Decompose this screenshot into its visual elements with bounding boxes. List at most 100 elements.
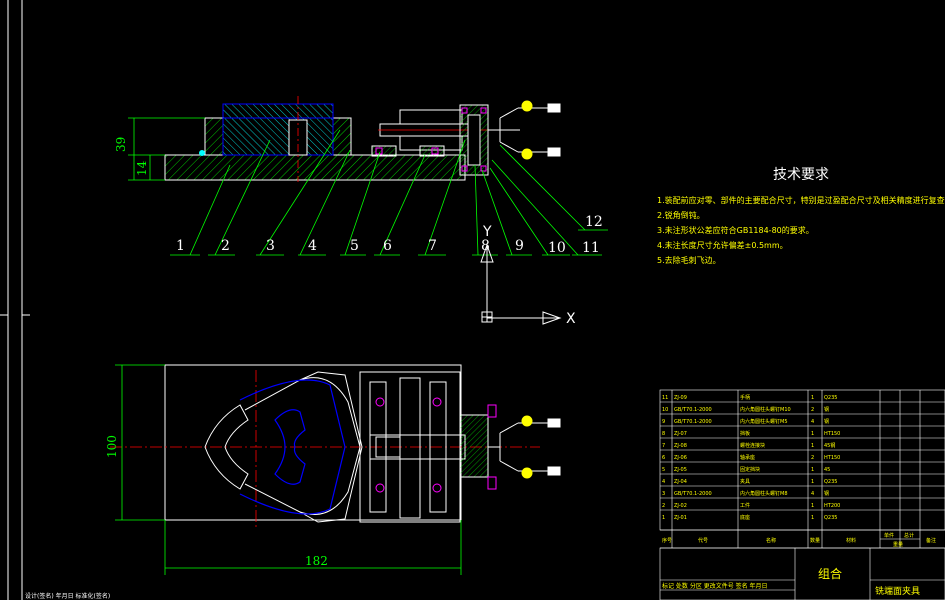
bom-cell: HT150 — [824, 455, 840, 461]
bom-cell: 底座 — [740, 514, 750, 521]
bom-cell: 夹具 — [740, 478, 750, 485]
bom-cell: 工件 — [740, 502, 750, 509]
balloon-3: 3 — [266, 238, 275, 254]
tech-req-item-4: 4.未注长度尺寸允许偏差±0.5mm。 — [657, 240, 788, 250]
bom-cell: ZJ-07 — [674, 431, 687, 437]
bom-header-material: 材料 — [846, 537, 856, 544]
balloon-11: 11 — [582, 240, 600, 256]
cad-drawing-canvas: 39 14 1 2 3 4 5 6 7 8 9 10 11 12 Y X 技术要… — [0, 0, 945, 600]
bom-cell: 1 — [811, 503, 814, 509]
balloon-1: 1 — [176, 238, 185, 254]
bom-cell: 1 — [811, 431, 814, 437]
bom-cell: HT200 — [824, 503, 840, 509]
balloon-9: 9 — [515, 238, 524, 254]
balloon-7: 7 — [428, 238, 437, 254]
technical-requirements: 技术要求 1.装配前应对零、部件的主要配合尺寸，特别是过盈配合尺寸及相关精度进行… — [657, 167, 945, 265]
bom-cell: 3 — [662, 491, 665, 497]
bom-cell: 内六角圆柱头螺钉M8 — [740, 490, 788, 497]
drawing-frame — [0, 0, 30, 600]
bom-cell: ZJ-01 — [674, 515, 687, 521]
bom-header-qty: 数量 — [810, 537, 820, 544]
bom-cell: 钢 — [824, 418, 829, 425]
bom-header-code: 代号 — [698, 537, 708, 544]
bom-cell: 1 — [811, 515, 814, 521]
bom-header-remark: 备注 — [926, 537, 936, 544]
bom-header-total: 总计 — [904, 532, 914, 539]
tech-req-item-5: 5.去除毛刺飞边。 — [657, 255, 721, 265]
bom-cell: 固定挡块 — [740, 466, 760, 473]
tech-req-item-2: 2.锐角倒钝。 — [657, 210, 705, 220]
title-block-footer: 铣端面夹具 — [875, 585, 920, 597]
left-block-section — [204, 117, 224, 156]
tech-req-title: 技术要求 — [773, 167, 829, 183]
bom-cell: 1 — [811, 467, 814, 473]
bom-cell: 1 — [811, 443, 814, 449]
dim-base-thickness: 14 — [135, 160, 149, 176]
axis-y-label: Y — [482, 224, 492, 240]
bom-cell: 4 — [811, 491, 814, 497]
workpiece-section — [222, 103, 334, 156]
axis-x-label: X — [566, 311, 576, 327]
bom-cell: 8 — [662, 431, 665, 437]
bom-header-no: 序号 — [662, 537, 672, 544]
bom-cell: 4 — [811, 419, 814, 425]
bom-cell: 钢 — [824, 490, 829, 497]
bom-cell: ZJ-04 — [674, 479, 687, 485]
dim-overall-height: 39 — [114, 137, 128, 152]
bom-cell: 2 — [662, 503, 665, 509]
bom-cell: 9 — [662, 419, 665, 425]
bom-header: 序号 代号 名称 数量 材料 单件 总计 重量 备注 — [662, 532, 936, 548]
bom-cell: 45钢 — [824, 442, 835, 449]
front-section-view: 39 14 1 2 3 4 5 6 7 8 9 10 11 12 — [114, 96, 608, 256]
bom-cell: Q235 — [824, 515, 837, 521]
bom-cell: 1 — [811, 479, 814, 485]
bom-cell: GB/T70.1-2000 — [674, 419, 712, 425]
balloon-4: 4 — [308, 238, 317, 254]
revision-header: 标记 处数 分区 更改文件号 签名 年月日 — [662, 582, 768, 590]
bom-cell: Q235 — [824, 395, 837, 401]
bom-cell: ZJ-06 — [674, 455, 687, 461]
bom-cell: 内六角圆柱头螺钉M10 — [740, 406, 791, 413]
bom-cell: 4 — [662, 479, 665, 485]
bom-cell: ZJ-05 — [674, 467, 687, 473]
bom-cell: 手柄 — [740, 394, 750, 401]
bom-cell: 螺栓连接块 — [740, 442, 765, 449]
handle-front — [488, 100, 561, 160]
bom-cell: 6 — [662, 455, 665, 461]
bom-cell: ZJ-02 — [674, 503, 687, 509]
balloon-8: 8 — [481, 238, 490, 254]
bottom-edge-text: 设计(签名) 年月日 标准化(签名) — [25, 592, 110, 600]
bom-header-unit: 单件 — [884, 532, 894, 539]
bom-cell: 5 — [662, 467, 665, 473]
bom-cell: 轴承座 — [740, 454, 755, 461]
bom-cell: 2 — [811, 407, 814, 413]
dim-base-length: 182 — [305, 554, 328, 568]
tech-req-item-1: 1.装配前应对零、部件的主要配合尺寸，特别是过盈配合尺寸及相关精度进行复查。 — [657, 195, 945, 205]
bom-cell: 2 — [811, 455, 814, 461]
bom-cell: GB/T70.1-2000 — [674, 407, 712, 413]
bom-cell: 钢 — [824, 406, 829, 413]
drawing-name: 组合 — [818, 566, 842, 581]
bom-cell: 7 — [662, 443, 665, 449]
bom-cell: 1 — [662, 515, 665, 521]
base-plate-top — [164, 364, 462, 521]
balloon-6: 6 — [383, 238, 392, 254]
bom-cell: 45 — [824, 467, 830, 473]
balloon-5: 5 — [350, 238, 359, 254]
bom-cell: 1 — [811, 395, 814, 401]
ucs-axis-icon — [480, 243, 562, 325]
top-view: 100 182 — [105, 364, 561, 575]
tech-req-item-3: 3.未注形状公差应符合GB1184-80的要求。 — [657, 225, 814, 235]
bom-cell: GB/T70.1-2000 — [674, 491, 712, 497]
bom-cell: ZJ-08 — [674, 443, 687, 449]
bom-cell: 挡板 — [740, 430, 750, 437]
bill-of-materials — [659, 389, 945, 549]
bom-header-name: 名称 — [766, 537, 776, 544]
bom-cell: 10 — [662, 407, 668, 413]
balloon-2: 2 — [221, 238, 230, 254]
balloon-12: 12 — [585, 214, 603, 230]
bom-rows: 11 ZJ-09 手柄 1 Q23510 GB/T70.1-2000 内六角圆柱头螺钉M10… — [662, 394, 840, 521]
bom-header-weight: 重量 — [893, 541, 903, 548]
bom-cell: 内六角圆柱头螺钉M5 — [740, 418, 788, 425]
bom-cell: 11 — [662, 395, 668, 401]
